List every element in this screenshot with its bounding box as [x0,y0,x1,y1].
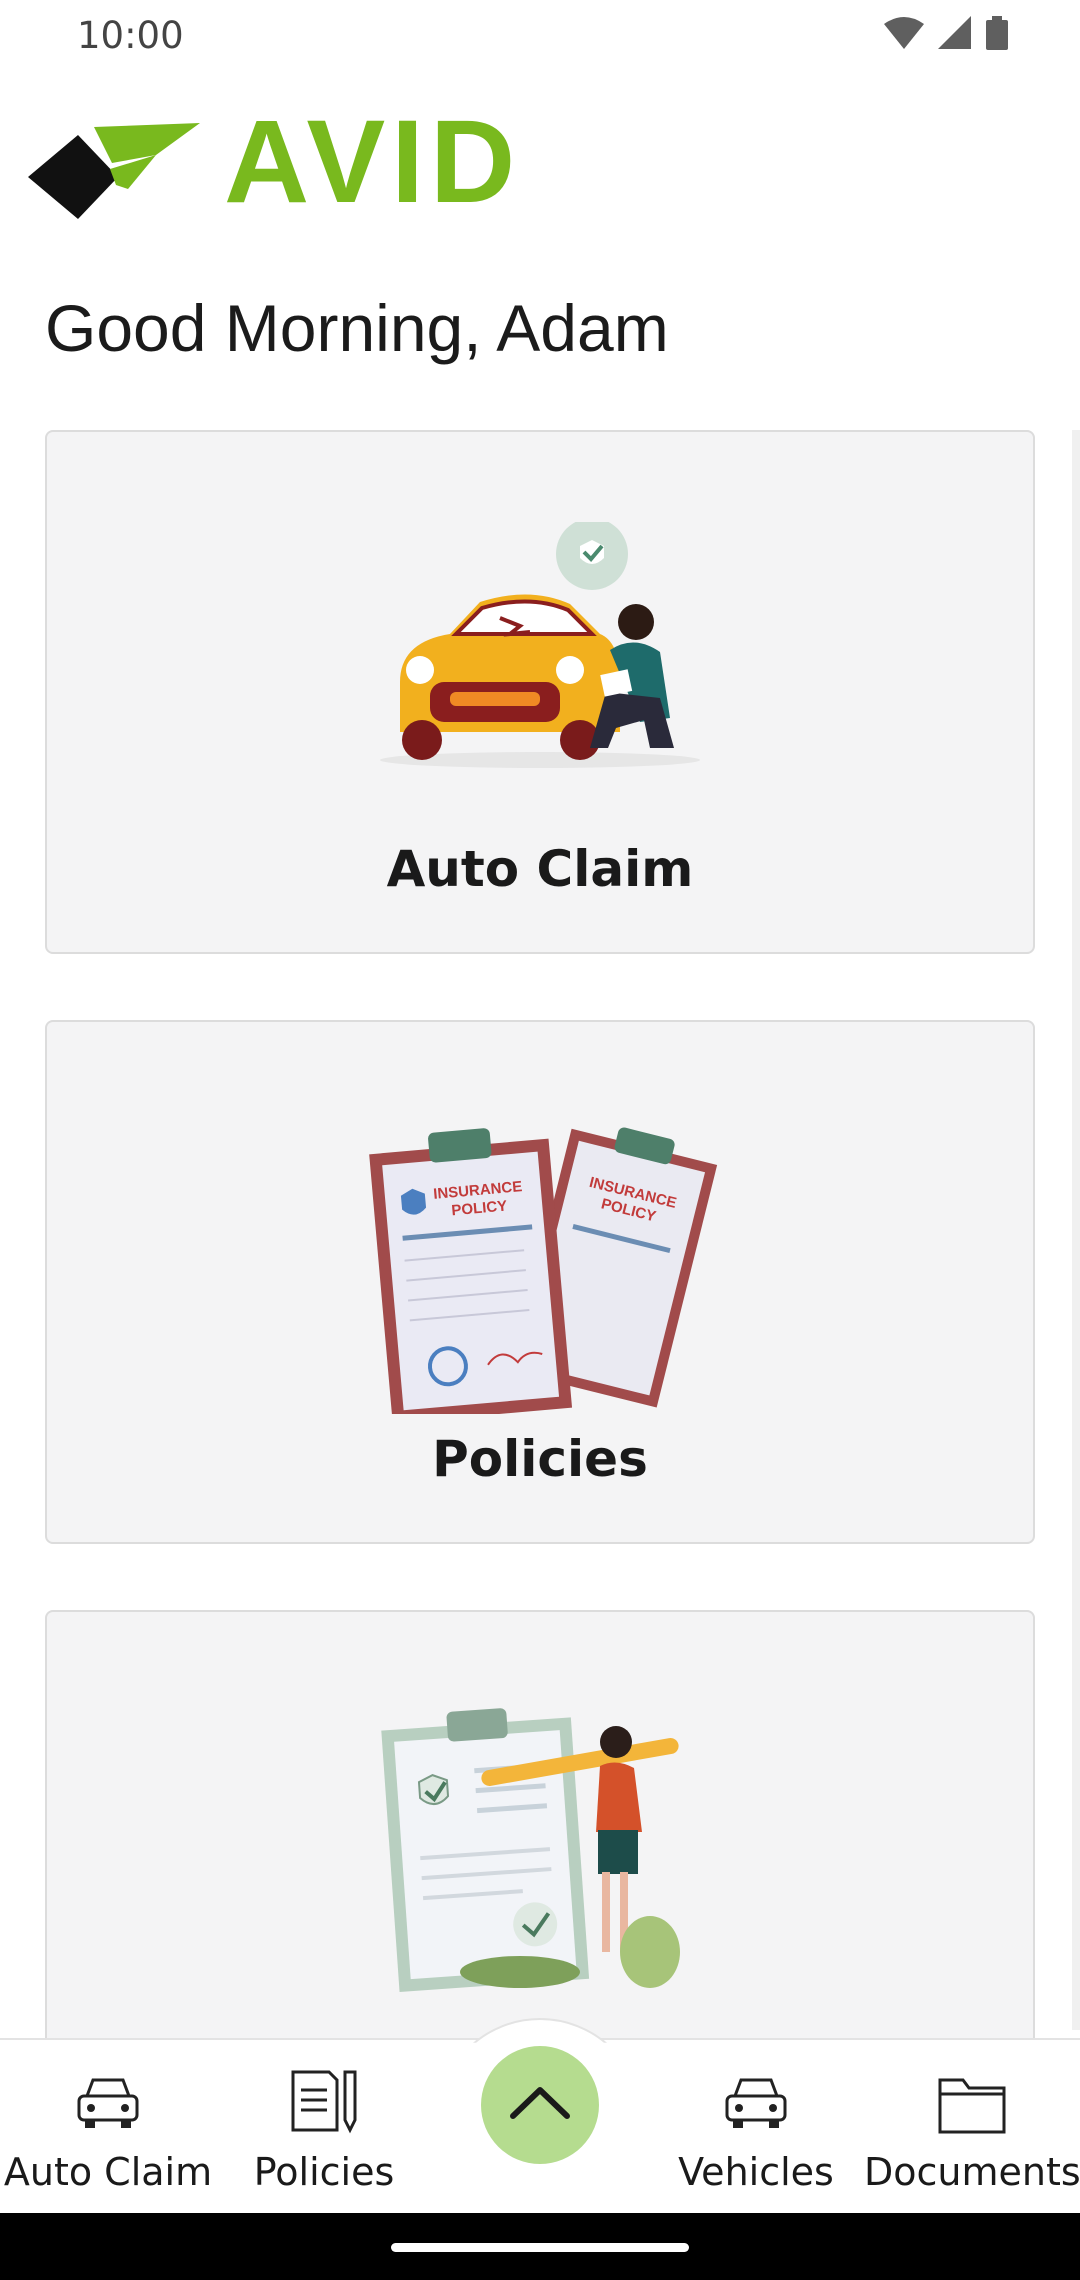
auto-claim-title: Auto Claim [386,840,694,898]
document-pen-icon [291,2070,357,2134]
nav-policies[interactable]: Policies [216,2040,432,2215]
brand-name: AVID [224,96,522,228]
car-accident-illustration [380,522,700,768]
signal-icon [938,16,971,49]
status-time: 10:00 [77,14,184,57]
auto-claim-card[interactable]: Auto Claim [45,430,1035,954]
home-gesture-handle[interactable] [391,2243,689,2252]
wifi-icon [884,17,924,49]
third-card[interactable] [45,1610,1035,2070]
checklist-illustration [381,1708,680,1992]
car-icon [77,2078,139,2128]
nav-auto-claim-label: Auto Claim [3,2150,213,2194]
brand-logo: AVID [28,103,548,225]
nav-documents-label: Documents [864,2150,1080,2194]
brand-mark-icon [28,123,200,219]
car-icon [725,2078,787,2128]
insurance-policy-illustration: INSURANCE POLICY INSURANCE POLICY [369,1127,718,1414]
nav-documents[interactable]: Documents [864,2040,1080,2215]
chevron-up-icon [510,2087,570,2119]
system-gesture-bar [0,2213,1080,2280]
battery-icon [986,16,1008,50]
policies-title: Policies [432,1430,648,1488]
nav-vehicles[interactable]: Vehicles [648,2040,864,2215]
scroll-track [1072,430,1080,2030]
nav-auto-claim[interactable]: Auto Claim [0,2040,216,2215]
nav-vehicles-label: Vehicles [678,2150,834,2194]
status-icons [884,16,1008,50]
status-bar: 10:00 [0,0,1080,70]
nav-policies-label: Policies [253,2150,395,2194]
folder-icon [938,2078,1006,2134]
policies-card[interactable]: INSURANCE POLICY INSURANCE POLICY Polici… [45,1020,1035,1544]
expand-menu-button[interactable] [481,2046,599,2164]
greeting-title: Good Morning, Adam [45,291,669,365]
